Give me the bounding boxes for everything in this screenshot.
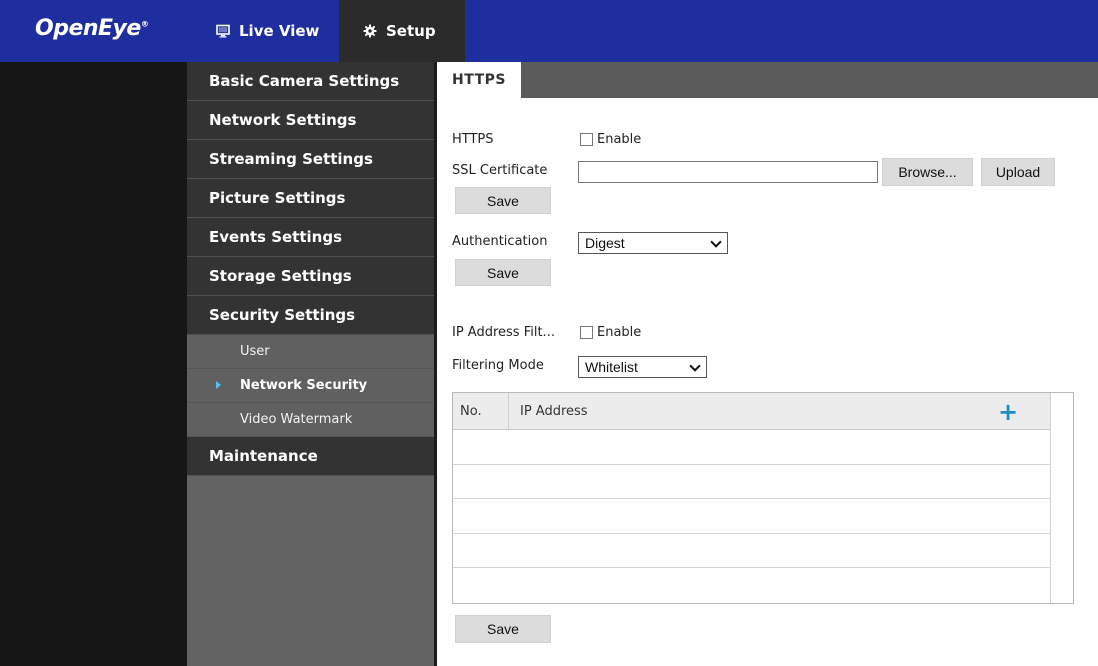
top-navigation-bar: OpenEye® Live View Setup xyxy=(0,0,1098,62)
column-header-no: No. xyxy=(460,404,482,419)
ip-filter-save-button[interactable]: Save xyxy=(455,615,551,643)
table-scrollbar[interactable] xyxy=(1050,393,1073,603)
https-enable-checkbox-group[interactable]: Enable xyxy=(580,132,641,147)
ip-filter-enable-checkbox[interactable] xyxy=(580,326,593,339)
table-header: No. IP Address + xyxy=(453,393,1050,430)
sidebar-item-security[interactable]: Security Settings xyxy=(187,296,434,335)
sidebar-subitem-video-watermark[interactable]: Video Watermark xyxy=(187,403,434,437)
sidebar-item-label: Network Settings xyxy=(209,111,357,129)
setup-tab[interactable]: Setup xyxy=(339,0,465,62)
chevron-down-icon xyxy=(689,360,701,372)
openeye-logo: OpenEye® xyxy=(35,16,149,41)
sidebar-subitem-user[interactable]: User xyxy=(187,335,434,369)
table-row xyxy=(453,499,1050,534)
column-header-ip-address: IP Address xyxy=(520,404,588,419)
sidebar-item-basic-camera[interactable]: Basic Camera Settings xyxy=(187,62,434,101)
main-content: HTTPS HTTPS Enable SSL Certificate Brows… xyxy=(437,62,1098,666)
auth-save-button[interactable]: Save xyxy=(455,259,551,286)
authentication-label: Authentication xyxy=(452,234,548,249)
ip-address-filter-label: IP Address Filt... xyxy=(452,325,555,340)
add-ip-icon[interactable]: + xyxy=(993,397,1023,427)
sidebar-item-label: Storage Settings xyxy=(209,267,352,285)
sidebar-item-picture[interactable]: Picture Settings xyxy=(187,179,434,218)
table-row xyxy=(453,430,1050,465)
table-row xyxy=(453,465,1050,499)
sidebar-item-label: Picture Settings xyxy=(209,189,346,207)
ip-filter-enable-checkbox-group[interactable]: Enable xyxy=(580,325,641,340)
https-label: HTTPS xyxy=(452,132,494,147)
filtering-mode-label: Filtering Mode xyxy=(452,358,544,373)
sidebar-item-network[interactable]: Network Settings xyxy=(187,101,434,140)
browse-button[interactable]: Browse... xyxy=(882,158,973,186)
left-dark-column xyxy=(0,62,187,666)
settings-sidebar: Basic Camera Settings Network Settings S… xyxy=(187,62,434,666)
active-arrow-icon xyxy=(216,381,221,389)
setup-label: Setup xyxy=(386,22,436,40)
sidebar-item-label: Streaming Settings xyxy=(209,150,373,168)
sidebar-item-label: Basic Camera Settings xyxy=(209,72,400,90)
tab-https[interactable]: HTTPS xyxy=(437,62,521,98)
sidebar-item-maintenance[interactable]: Maintenance xyxy=(187,437,434,476)
column-divider xyxy=(508,393,509,430)
ssl-certificate-field[interactable] xyxy=(578,161,878,183)
filtering-mode-value: Whitelist xyxy=(585,359,638,375)
live-view-label: Live View xyxy=(239,22,320,40)
sidebar-subitem-label: Video Watermark xyxy=(240,412,353,427)
sidebar-item-streaming[interactable]: Streaming Settings xyxy=(187,140,434,179)
table-row xyxy=(453,534,1050,568)
ssl-certificate-label: SSL Certificate xyxy=(452,163,548,178)
live-view-tab[interactable]: Live View xyxy=(216,0,319,62)
sidebar-item-label: Events Settings xyxy=(209,228,343,246)
sidebar-item-storage[interactable]: Storage Settings xyxy=(187,257,434,296)
filtering-mode-select[interactable]: Whitelist xyxy=(578,356,707,378)
ip-filter-enable-label: Enable xyxy=(597,325,642,340)
monitor-icon xyxy=(216,24,230,38)
https-enable-checkbox[interactable] xyxy=(580,133,593,146)
sidebar-subitem-label: Network Security xyxy=(240,378,368,393)
sidebar-item-label: Security Settings xyxy=(209,306,356,324)
authentication-value: Digest xyxy=(585,235,625,251)
table-row xyxy=(453,568,1050,603)
gear-icon xyxy=(363,24,377,38)
ip-address-table: No. IP Address + xyxy=(452,392,1074,604)
ssl-save-button[interactable]: Save xyxy=(455,187,551,214)
authentication-select[interactable]: Digest xyxy=(578,232,728,254)
chevron-down-icon xyxy=(710,236,722,248)
logo-text: OpenEye xyxy=(35,16,141,41)
sidebar-item-events[interactable]: Events Settings xyxy=(187,218,434,257)
sidebar-subitem-label: User xyxy=(240,344,270,359)
upload-button[interactable]: Upload xyxy=(981,158,1055,186)
sidebar-subitem-network-security[interactable]: Network Security xyxy=(187,369,434,403)
sidebar-item-label: Maintenance xyxy=(209,447,318,465)
table-body xyxy=(453,430,1050,603)
tab-bar: HTTPS xyxy=(437,62,1098,98)
https-enable-label: Enable xyxy=(597,132,642,147)
logo-registered-mark: ® xyxy=(140,19,149,29)
